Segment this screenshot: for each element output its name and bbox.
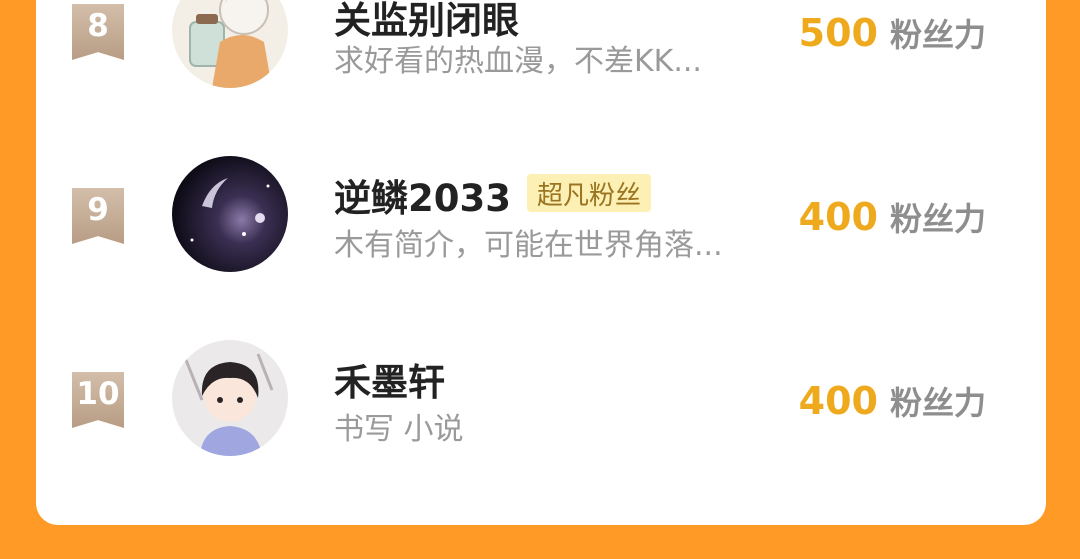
user-avatar[interactable]: [172, 0, 288, 88]
ranking-row-10[interactable]: 10 禾墨轩 书写 小说 400 粉丝力: [0, 324, 1080, 464]
fan-power-value: 400: [798, 195, 878, 239]
galaxy-avatar-icon: [172, 156, 288, 272]
ranking-row-9[interactable]: 9 逆鳞2033 超凡粉丝 木有简介，可能在世界角落... 400 粉丝力: [0, 140, 1080, 280]
fan-power-unit: 粉丝力: [889, 16, 986, 54]
fan-power: 500 粉丝力: [799, 10, 986, 56]
rank-number: 9: [87, 192, 109, 228]
fan-power-unit: 粉丝力: [889, 384, 986, 422]
chibi-boy-avatar-icon: [172, 340, 288, 456]
fan-power-unit: 粉丝力: [889, 200, 986, 238]
rank-badge: 10: [72, 372, 124, 428]
ranking-row-8[interactable]: 8 关监别闭眼 求好看的热血漫，不差KK... 500 粉丝力: [0, 0, 1080, 122]
rank-badge: 8: [72, 4, 124, 60]
user-avatar[interactable]: [172, 156, 288, 272]
fan-level-badge: 超凡粉丝: [527, 174, 652, 212]
rank-number: 10: [76, 376, 120, 412]
fan-power: 400 粉丝力: [799, 194, 986, 240]
fan-power-value: 500: [798, 11, 878, 55]
user-description: 木有简介，可能在世界角落...: [334, 228, 723, 263]
user-name[interactable]: 逆鳞2033: [334, 168, 511, 222]
user-name[interactable]: 禾墨轩: [334, 352, 445, 406]
user-description: 求好看的热血漫，不差KK...: [334, 44, 702, 79]
user-avatar[interactable]: [172, 340, 288, 456]
fan-power-value: 400: [798, 379, 878, 423]
fan-power: 400 粉丝力: [799, 378, 986, 424]
anime-boy-avatar-icon: [172, 0, 288, 88]
rank-number: 8: [87, 8, 109, 44]
rank-badge: 9: [72, 188, 124, 244]
user-description: 书写 小说: [334, 412, 464, 447]
